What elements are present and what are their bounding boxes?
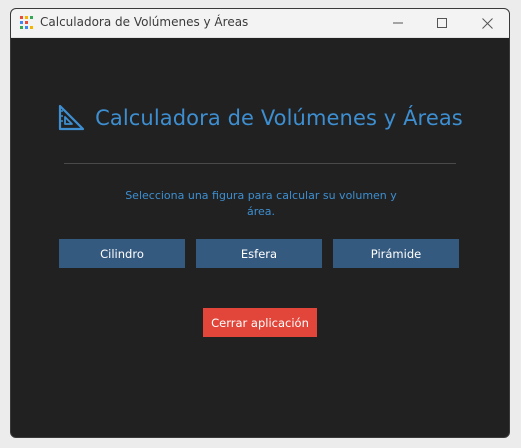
window-title: Calculadora de Volúmenes y Áreas: [40, 15, 249, 29]
main-content: Calculadora de Volúmenes y Áreas Selecci…: [11, 38, 509, 437]
sphere-button[interactable]: Esfera: [196, 239, 322, 268]
divider: [64, 163, 456, 164]
minimize-icon: [393, 22, 403, 24]
close-icon: [481, 17, 493, 29]
close-button[interactable]: [464, 9, 509, 37]
heading-row: Calculadora de Volúmenes y Áreas: [11, 104, 509, 132]
app-window: Calculadora de Volúmenes y Áreas Calcula…: [10, 8, 510, 438]
page-title: Calculadora de Volúmenes y Áreas: [95, 106, 463, 130]
app-icon: [20, 16, 33, 29]
maximize-button[interactable]: [419, 9, 465, 37]
cylinder-button[interactable]: Cilindro: [59, 239, 185, 268]
title-bar[interactable]: Calculadora de Volúmenes y Áreas: [11, 9, 509, 38]
pyramid-button[interactable]: Pirámide: [333, 239, 459, 268]
maximize-icon: [437, 18, 447, 28]
minimize-button[interactable]: [375, 9, 421, 37]
set-square-icon: [59, 104, 85, 131]
instruction-text: Selecciona una figura para calcular su v…: [125, 189, 397, 218]
exit-app-button[interactable]: Cerrar aplicación: [203, 308, 317, 337]
